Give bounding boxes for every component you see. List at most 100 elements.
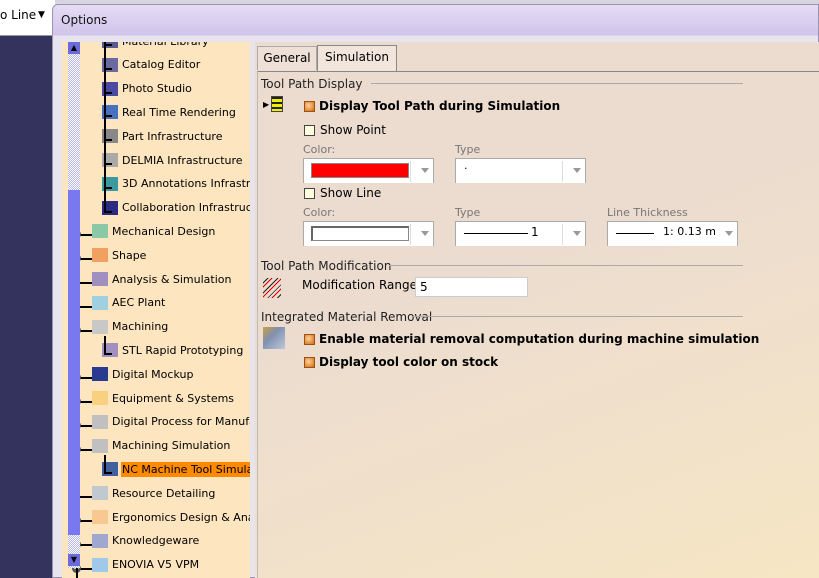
tree-item-icon [92, 533, 108, 548]
divider [371, 83, 743, 84]
tree-item-equipment-systems[interactable]: Equipment & Systems [92, 391, 235, 411]
tree-item-ergonomics-design-analysis[interactable]: Ergonomics Design & Analysis [92, 510, 250, 530]
tool-path-modify-icon [263, 278, 281, 298]
tree-item-mechanical-design[interactable]: Mechanical Design [92, 224, 216, 244]
tree-scrollbar[interactable]: ▲ ▼ [68, 42, 80, 568]
tree-item-nc-machine-tool-simulation[interactable]: NC Machine Tool Simulation [102, 461, 250, 482]
tree-item-label: Digital Process for Manufacturing [112, 415, 250, 429]
dialog-title: Options [61, 13, 108, 27]
chevron-down-icon [573, 168, 581, 173]
tree-item-label: Real Time Rendering [122, 105, 236, 119]
line-color-label: Color: [303, 206, 336, 219]
tree-item-icon [92, 248, 108, 263]
tree-item-label: Photo Studio [122, 82, 192, 96]
tree-item-icon [92, 438, 108, 453]
show-point-label: Show Point [320, 123, 386, 137]
tab-body [257, 71, 819, 578]
tree-item-resource-detailing[interactable]: Resource Detailing [92, 486, 216, 506]
display-tool-color-checkbox[interactable] [304, 357, 315, 368]
tab-general[interactable]: General [257, 46, 317, 70]
settings-panel: General Simulation Tool Path Display ▶ D… [255, 42, 819, 578]
tree-item-icon [92, 414, 108, 429]
point-color-label: Color: [303, 143, 336, 156]
toolbar-combo[interactable]: o Line [0, 8, 36, 22]
tree-item-shape[interactable]: Shape [92, 248, 147, 268]
tree-item-icon [92, 272, 108, 286]
tree-item-label: Machining Simulation [112, 439, 231, 453]
tree-item-material-library[interactable]: Material Library [102, 42, 210, 54]
tree-item-label: 3D Annotations Infrastructure [122, 177, 250, 191]
tree-item-label: Knowledgeware [112, 534, 200, 548]
tree-item-label: Part Infrastructure [122, 129, 223, 143]
tree-item-label: Digital Mockup [112, 367, 194, 381]
tree-item-real-time-rendering[interactable]: Real Time Rendering [102, 105, 237, 125]
tree-item-label: Catalog Editor [122, 58, 201, 72]
tab-simulation[interactable]: Simulation [317, 45, 397, 71]
line-type-select[interactable]: 1 [455, 221, 586, 246]
background-viewport [0, 36, 55, 578]
tree-item-label: Analysis & Simulation [112, 272, 232, 286]
tree-item-icon [92, 557, 108, 572]
divider [413, 316, 743, 317]
tree-item-analysis-simulation[interactable]: Analysis & Simulation [92, 272, 233, 292]
tree-item-part-infrastructure[interactable]: Part Infrastructure [102, 129, 223, 149]
point-type-select[interactable]: · [455, 158, 586, 183]
display-tool-path-checkbox[interactable] [304, 101, 315, 112]
display-tool-path-label: Display Tool Path during Simulation [319, 99, 561, 113]
tree-item-icon [92, 391, 108, 405]
scrollbar-thumb[interactable] [68, 190, 80, 535]
tree-item-label: Material Library [121, 42, 210, 49]
tree-connector [104, 353, 112, 356]
scroll-down-button[interactable]: ▼ [68, 554, 80, 566]
tree-branch-line [104, 335, 106, 354]
tree-item-label: Machining [112, 320, 169, 334]
scroll-up-button[interactable]: ▲ [68, 42, 80, 54]
tree-item-icon [92, 486, 108, 501]
chevron-down-icon [421, 168, 429, 173]
tree-item-machining-simulation[interactable]: Machining Simulation [92, 438, 231, 459]
line-color-select[interactable] [303, 221, 434, 246]
tree-branch-line [104, 42, 106, 211]
color-swatch [311, 226, 409, 241]
chevron-down-icon [421, 231, 429, 236]
tree-item-3d-annotations-infrastructure[interactable]: 3D Annotations Infrastructure [102, 176, 250, 197]
tree-item-collaboration-infrastructure[interactable]: Collaboration Infrastructure [102, 200, 250, 221]
line-thickness-select[interactable]: 1: 0.13 mm [607, 221, 738, 246]
tree-connector [104, 210, 112, 213]
tree-item-digital-process-for-manufacturing[interactable]: Digital Process for Manufacturing [92, 414, 250, 435]
tree-item-label: ENOVIA V5 VPM [112, 558, 200, 572]
section-title-integrated-material-removal: Integrated Material Removal [261, 310, 433, 324]
tree-item-label: DELMIA Infrastructure [122, 153, 243, 167]
tree-item-enovia-v5-vpm[interactable]: ENOVIA V5 VPM [92, 557, 200, 578]
tree-item-knowledgeware[interactable]: Knowledgeware [92, 533, 200, 554]
tree-item-label: NC Machine Tool Simulation [121, 461, 250, 477]
modification-range-input[interactable]: 5 [415, 277, 528, 297]
show-point-checkbox[interactable] [304, 125, 315, 136]
tree-item-label: STL Rapid Prototyping [122, 343, 244, 357]
tree-item-aec-plant[interactable]: AEC Plant [92, 295, 166, 316]
tree-branch-line [104, 454, 106, 473]
tree-item-label: Collaboration Infrastructure [122, 201, 250, 215]
tree-item-icon [92, 367, 108, 382]
chevron-down-icon[interactable]: ▼ [38, 10, 45, 20]
tree-item-stl-rapid-prototyping[interactable]: STL Rapid Prototyping [102, 343, 244, 363]
show-line-label: Show Line [320, 186, 382, 200]
point-type-label: Type [455, 143, 481, 156]
point-color-select[interactable] [303, 158, 434, 183]
tree-item-delmia-infrastructure[interactable]: DELMIA Infrastructure [102, 153, 244, 173]
tree-item-catalog-editor[interactable]: Catalog Editor [102, 57, 201, 78]
enable-material-removal-label: Enable material removal computation duri… [319, 332, 760, 346]
tree-item-label: Shape [112, 248, 147, 262]
film-icon [271, 96, 283, 112]
expand-arrow-icon[interactable]: ▶ [263, 100, 269, 109]
tree-item-photo-studio[interactable]: Photo Studio [102, 81, 193, 102]
enable-material-removal-checkbox[interactable] [304, 334, 315, 345]
tree-connector [78, 496, 92, 499]
chevron-down-icon [725, 231, 733, 236]
tree-item-label: Ergonomics Design & Analysis [112, 510, 250, 524]
section-title-tool-path-display: Tool Path Display [261, 77, 363, 91]
section-title-tool-path-modification: Tool Path Modification [261, 259, 392, 273]
line-type-label: Type [455, 206, 481, 219]
show-line-checkbox[interactable] [304, 188, 315, 199]
tree-item-digital-mockup[interactable]: Digital Mockup [92, 367, 194, 387]
